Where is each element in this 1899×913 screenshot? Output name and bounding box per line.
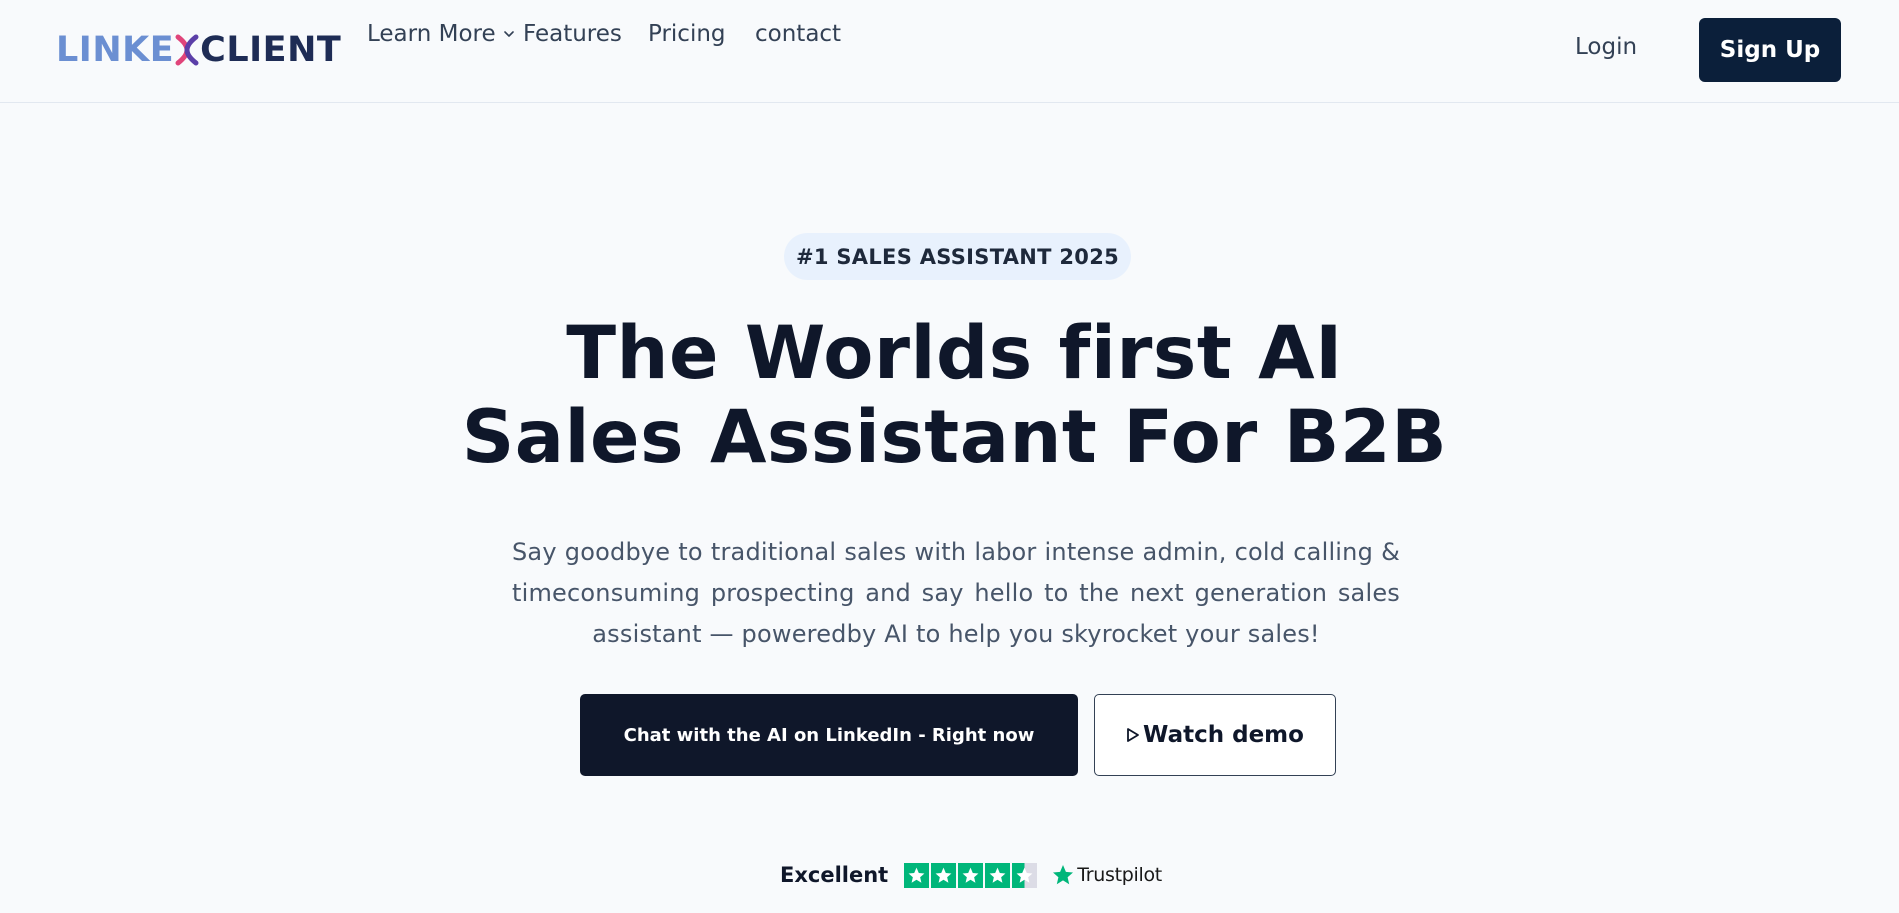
star-icon xyxy=(985,862,1011,888)
chevron-down-icon xyxy=(503,31,514,37)
watch-demo-label: Watch demo xyxy=(1143,722,1304,748)
trustpilot-brand: Trustpilot xyxy=(1077,864,1162,886)
hero-headline-line1: The Worlds first AI xyxy=(566,311,1343,396)
rating-label: Excellent xyxy=(780,863,889,887)
hero-headline: The Worlds first AI Sales Assistant For … xyxy=(449,312,1460,480)
play-icon xyxy=(1127,728,1139,742)
star-rating xyxy=(904,862,1038,888)
logo-text-left: LINKE xyxy=(56,29,175,70)
signup-button[interactable]: Sign Up xyxy=(1699,18,1841,82)
hero-subtext: Say goodbye to traditional sales with la… xyxy=(512,538,1400,648)
trustpilot-star-icon xyxy=(1053,865,1074,885)
star-icon xyxy=(931,862,957,888)
nav-features[interactable]: Features xyxy=(523,21,622,47)
half-star-icon xyxy=(1012,862,1038,888)
login-link[interactable]: Login xyxy=(1575,34,1637,60)
hero-headline-line2: Sales Assistant For B2B xyxy=(461,395,1448,480)
star-icon xyxy=(904,862,930,888)
nav-learn-more[interactable]: Learn More xyxy=(367,21,516,47)
chat-linkedin-button[interactable]: Chat with the AI on LinkedIn - Right now xyxy=(580,694,1078,776)
nav-pricing[interactable]: Pricing xyxy=(648,21,726,47)
trustpilot-logo: Trustpilot xyxy=(1051,863,1162,887)
logo[interactable]: LINKE CLIENT xyxy=(56,30,341,70)
hero-badge: #1 SALES ASSISTANT 2025 xyxy=(784,233,1131,280)
trustpilot-rating[interactable]: Excellent Trustpilot xyxy=(780,860,1162,890)
nav-learn-more-label: Learn More xyxy=(367,21,496,47)
watch-demo-button[interactable]: Watch demo xyxy=(1094,694,1336,776)
site-header: LINKE CLIENT Learn More Features Pricing… xyxy=(0,0,1899,103)
nav-contact[interactable]: contact xyxy=(755,21,841,47)
star-icon xyxy=(958,862,984,888)
logo-text-right: CLIENT xyxy=(200,29,342,70)
logo-mark-icon xyxy=(175,34,199,66)
